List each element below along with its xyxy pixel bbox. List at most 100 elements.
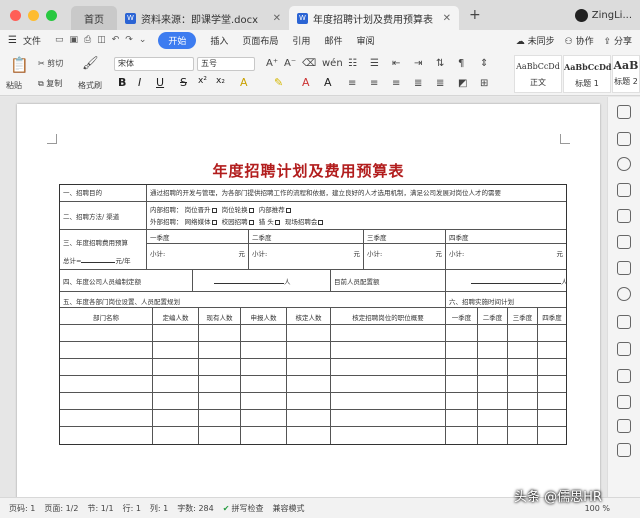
table-cell[interactable]: [445, 427, 477, 444]
clock-icon[interactable]: [617, 369, 631, 383]
table-cell[interactable]: [507, 427, 537, 444]
table-icon[interactable]: [617, 342, 631, 356]
sync-status[interactable]: ☁ 未同步: [516, 34, 555, 47]
spell-check-button[interactable]: ✔ 拼写检查: [223, 503, 264, 514]
row4-target-label[interactable]: 目前人员配置额: [330, 270, 445, 291]
format-painter-icon[interactable]: 🖌: [82, 56, 99, 71]
hamburger-icon[interactable]: ☰: [8, 35, 17, 46]
row5-right-label[interactable]: 六、招聘实施时间计划: [445, 292, 566, 307]
quarter-4-cell[interactable]: 四季度 小计: 元: [445, 230, 566, 269]
line-spacing-icon[interactable]: ⇕: [480, 58, 488, 69]
tab-document-1[interactable]: W 资料来源：即课学堂.docx ✕: [117, 6, 289, 30]
table-cell[interactable]: [152, 342, 198, 358]
phonetic-icon[interactable]: wén: [322, 58, 343, 69]
format-painter-button[interactable]: 格式刷: [78, 80, 102, 91]
status-pages[interactable]: 页面: 1/2: [44, 503, 78, 514]
table-cell[interactable]: [537, 359, 566, 375]
font-name-select[interactable]: 宋体: [114, 57, 194, 71]
distribute-icon[interactable]: ≣: [436, 78, 444, 89]
redo-icon[interactable]: ↷: [125, 35, 133, 45]
table-cell[interactable]: [445, 410, 477, 426]
tab-mailings[interactable]: 邮件: [324, 34, 342, 47]
row4-label[interactable]: 四、年度公司人员编制定额: [60, 270, 192, 291]
table-cell[interactable]: [240, 325, 286, 341]
table-cell[interactable]: [240, 410, 286, 426]
share-button[interactable]: ⇪ 分享: [604, 34, 632, 47]
edit-icon[interactable]: [617, 261, 631, 275]
image-icon[interactable]: [617, 419, 631, 433]
bullet-list-icon[interactable]: ☷: [348, 58, 357, 69]
tab-review[interactable]: 审阅: [356, 34, 374, 47]
settings-icon[interactable]: [617, 183, 631, 197]
table-cell[interactable]: [330, 359, 445, 375]
table-cell[interactable]: [198, 427, 240, 444]
table-cell[interactable]: [507, 376, 537, 392]
target-blank[interactable]: [471, 283, 561, 284]
italic-icon[interactable]: I: [138, 76, 141, 89]
table-cell[interactable]: [240, 376, 286, 392]
row1-label[interactable]: 一、招聘目的: [60, 185, 146, 201]
translate-icon[interactable]: [617, 395, 631, 409]
header-q2[interactable]: 二季度: [477, 308, 507, 324]
budget-table[interactable]: 一、招聘目的 通过招聘的开发与管理，为各部门提供招聘工作的流程和依据，建立良好的…: [59, 184, 567, 445]
maximize-window-button[interactable]: [46, 9, 57, 21]
table-cell[interactable]: [507, 342, 537, 358]
checkbox[interactable]: [285, 207, 291, 213]
table-cell[interactable]: [445, 342, 477, 358]
decrease-indent-icon[interactable]: ⇤: [392, 58, 400, 69]
align-right-icon[interactable]: ≡: [392, 78, 400, 89]
table-cell[interactable]: [537, 325, 566, 341]
table-cell[interactable]: [330, 427, 445, 444]
checkbox[interactable]: [318, 219, 324, 225]
table-cell[interactable]: [537, 342, 566, 358]
clear-format-icon[interactable]: ⌫: [302, 58, 316, 69]
table-cell[interactable]: [330, 325, 445, 341]
shapes-icon[interactable]: [617, 132, 631, 146]
document-title[interactable]: 年度招聘计划及费用预算表: [17, 160, 600, 181]
superscript-icon[interactable]: x²: [198, 76, 207, 86]
header-dept[interactable]: 部门名称: [60, 308, 152, 324]
sort-icon[interactable]: ⇅: [436, 58, 444, 69]
minimize-window-button[interactable]: [28, 9, 39, 21]
tab-close-icon[interactable]: ✕: [273, 13, 281, 24]
highlight-icon[interactable]: ✎: [274, 76, 283, 89]
row2-channels[interactable]: 内部招聘： 岗位晋升 岗位轮换 内部推荐 外部招聘： 网络媒体 校园招聘 猎 头…: [146, 202, 566, 229]
style-heading-1[interactable]: AaBbCcDd 标题 1: [563, 55, 612, 93]
table-cell[interactable]: [152, 376, 198, 392]
table-cell[interactable]: [507, 393, 537, 409]
grow-font-icon[interactable]: A⁺: [266, 58, 278, 69]
paste-button[interactable]: 粘贴: [6, 80, 22, 91]
save-icon[interactable]: ▣: [70, 35, 79, 45]
style-icon[interactable]: [617, 157, 631, 171]
table-cell[interactable]: [198, 325, 240, 341]
table-cell[interactable]: [445, 359, 477, 375]
table-cell[interactable]: [477, 410, 507, 426]
preview-icon[interactable]: ◫: [97, 35, 106, 45]
table-cell[interactable]: [537, 427, 566, 444]
table-cell[interactable]: [60, 427, 152, 444]
checkbox[interactable]: [248, 219, 254, 225]
compat-mode[interactable]: 兼容模式: [272, 503, 304, 514]
checkbox[interactable]: [274, 219, 280, 225]
copy-button[interactable]: ⧉ 复制: [38, 78, 62, 89]
table-cell[interactable]: [152, 325, 198, 341]
total-blank[interactable]: [81, 262, 116, 263]
align-center-icon[interactable]: ≡: [370, 78, 378, 89]
justify-icon[interactable]: ≣: [414, 78, 422, 89]
bold-icon[interactable]: B: [118, 76, 126, 89]
table-cell[interactable]: [477, 376, 507, 392]
text-effect-icon[interactable]: A: [240, 76, 248, 89]
table-cell[interactable]: [330, 342, 445, 358]
strikethrough-icon[interactable]: S: [180, 76, 187, 89]
tab-home[interactable]: 首页: [71, 6, 117, 30]
table-cell[interactable]: [330, 393, 445, 409]
header-current[interactable]: 现有人数: [198, 308, 240, 324]
table-cell[interactable]: [507, 410, 537, 426]
table-cell[interactable]: [286, 410, 330, 426]
table-cell[interactable]: [60, 410, 152, 426]
tab-close-icon[interactable]: ✕: [443, 13, 451, 24]
header-requested[interactable]: 申报人数: [240, 308, 286, 324]
user-account[interactable]: ZingLi...: [574, 8, 632, 22]
header-q1[interactable]: 一季度: [445, 308, 477, 324]
subscript-icon[interactable]: x₂: [216, 76, 225, 86]
